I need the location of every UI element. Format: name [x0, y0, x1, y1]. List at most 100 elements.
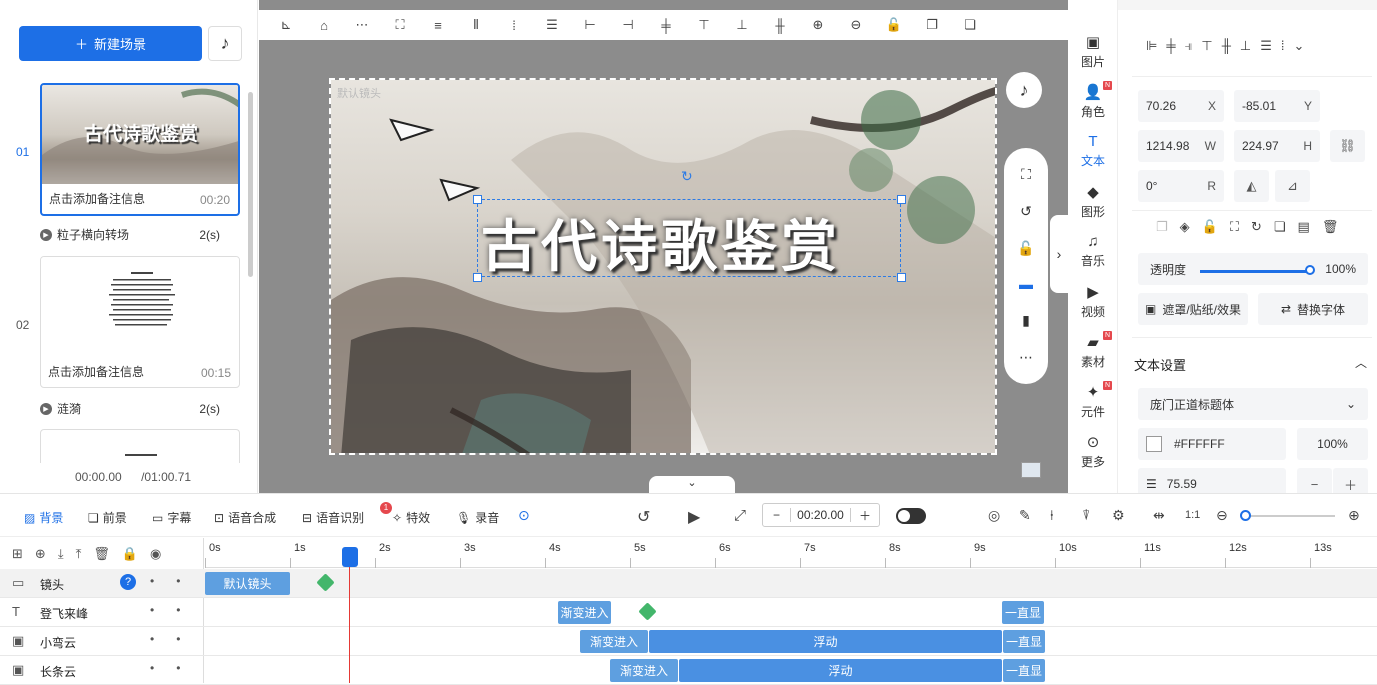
camera-icon[interactable]: ◎	[988, 507, 1000, 524]
category-shape[interactable]: ◆ 图形	[1068, 183, 1118, 220]
align-hcenter-icon[interactable]: ╪	[1166, 38, 1175, 54]
more-dots-icon[interactable]: ⋯	[343, 17, 381, 33]
flip-vertical-icon[interactable]: ⊿	[1275, 170, 1310, 202]
tab-subtitle[interactable]: ▭ 字幕	[152, 509, 191, 526]
lock-icon[interactable]: 🔒	[122, 546, 138, 562]
minus-button[interactable]: −	[763, 508, 791, 522]
zoom-in-icon[interactable]: ⊕	[799, 17, 837, 33]
align-top-icon[interactable]: ⊤	[1201, 38, 1212, 54]
category-music[interactable]: ♫ 音乐	[1068, 233, 1118, 269]
category-video[interactable]: ▶ 视频	[1068, 283, 1118, 320]
time-ruler[interactable]: 0s 1s 2s 3s 4s 5s 6s 7s 8s 9s 10s 11s 12s 13s	[205, 538, 1377, 568]
tab-foreground[interactable]: ❏ 前景	[88, 509, 127, 526]
tab-tts[interactable]: ⊡ 语音合成	[214, 509, 276, 526]
color-field[interactable]: #FFFFFF	[1138, 428, 1286, 460]
align-top-icon[interactable]: ⊤	[685, 17, 723, 33]
rotate-icon[interactable]: ↺	[1020, 203, 1032, 220]
split-icon[interactable]: ⍿	[1050, 507, 1054, 524]
copy-icon[interactable]: ❏	[1274, 219, 1286, 235]
clip-fade-in[interactable]: 渐变进入	[610, 659, 678, 682]
keyframe-add-icon[interactable]	[638, 602, 657, 621]
scene-note[interactable]: 点击添加备注信息	[49, 190, 145, 207]
scene-card-2[interactable]: 点击添加备注信息 00:15	[40, 256, 240, 388]
track-toggle-dots[interactable]: ••	[150, 574, 202, 588]
align-bottom-icon[interactable]: ⊥	[1240, 38, 1251, 54]
align-vmiddle-icon[interactable]: ╫	[761, 18, 799, 33]
zoom-out-icon[interactable]: ⊖	[837, 17, 875, 33]
transition-row-1[interactable]: ▶ 粒子横向转场 2(s)	[40, 226, 220, 243]
play-icon[interactable]: ▶	[688, 507, 700, 527]
align-center-h-icon[interactable]: ≡	[419, 18, 457, 33]
minimap-icon[interactable]	[1021, 462, 1041, 478]
device-icon[interactable]: ▮	[1022, 312, 1030, 329]
clip-fade-in[interactable]: 渐变进入	[580, 630, 648, 653]
screen-icon[interactable]: ▬	[1019, 276, 1033, 292]
zoom-out-icon[interactable]: ⊖	[1216, 507, 1228, 524]
mask-effect-button[interactable]: ▣ 遮罩/贴纸/效果	[1138, 293, 1248, 325]
ruler-icon[interactable]: ⊾	[267, 17, 305, 33]
fit-screen-icon[interactable]: ⛶	[381, 17, 419, 33]
rotate-icon[interactable]: ↻	[1251, 219, 1262, 235]
tab-speech-recognition[interactable]: ⊟ 语音识别	[302, 509, 364, 526]
track-toggle-dots[interactable]: ••	[150, 603, 202, 617]
move-up-icon[interactable]: ⤒	[76, 546, 82, 562]
distribute-h-icon[interactable]: ⁞	[495, 18, 533, 33]
plus-button[interactable]: ＋	[851, 507, 879, 524]
layers-icon[interactable]: ◈	[1180, 219, 1190, 235]
more-tabs-icon[interactable]: ⊙	[518, 507, 530, 524]
paste-icon[interactable]: ❏	[951, 17, 989, 33]
clip-always-show[interactable]: 一直显	[1002, 601, 1044, 624]
replay-icon[interactable]: ↺	[637, 507, 650, 527]
timecode-value[interactable]: 00:20.00	[791, 508, 851, 522]
align-middle-icon[interactable]: ╪	[647, 18, 685, 33]
panel-toggle-arrow[interactable]: ›	[1050, 215, 1068, 293]
stage-music-button[interactable]: ♪	[1006, 72, 1042, 108]
distribute-v-icon[interactable]: ☰	[1260, 38, 1272, 54]
clip-always-show[interactable]: 一直显	[1003, 659, 1045, 682]
crop-icon[interactable]: ⛶	[1021, 166, 1031, 183]
crop-icon[interactable]: ⛶	[1230, 219, 1239, 235]
actual-size-icon[interactable]: 1:1	[1185, 509, 1200, 521]
scene-music-button[interactable]: ♪	[208, 26, 242, 61]
align-left-icon[interactable]: ⊫	[1146, 38, 1157, 54]
color-opacity-field[interactable]: 100%	[1297, 428, 1368, 460]
chevron-up-icon[interactable]: ︿	[1355, 354, 1367, 371]
zoom-in-icon[interactable]: ⊕	[1348, 507, 1360, 524]
delete-icon[interactable]: 🗑	[93, 546, 110, 562]
category-image[interactable]: ▣ 图片	[1068, 33, 1118, 70]
delete-icon[interactable]: 🗑	[1322, 219, 1339, 235]
align-right-icon[interactable]: ⫣	[1185, 38, 1193, 54]
lock-icon[interactable]: 🔓	[1017, 240, 1034, 257]
font-select[interactable]: 庞门正道标题体 ⌄	[1138, 388, 1368, 420]
stage-title-text[interactable]: 古代诗歌鉴赏	[481, 202, 841, 283]
move-down-icon[interactable]: ⤓	[58, 546, 64, 562]
keyframe-add-icon[interactable]	[316, 573, 335, 592]
clip-fade-in[interactable]: 渐变进入	[558, 601, 611, 624]
clip-float[interactable]: 浮动	[679, 659, 1002, 682]
edit-icon[interactable]: ✎	[1019, 507, 1031, 524]
group-icon[interactable]: ❐	[1156, 219, 1168, 235]
category-text[interactable]: T 文本	[1068, 133, 1118, 169]
scene-card-3[interactable]	[40, 429, 240, 463]
distribute-v-icon[interactable]: ☰	[533, 17, 571, 33]
align-vcenter-icon[interactable]: ╫	[1222, 38, 1231, 54]
lock-ratio-icon[interactable]: ⛓	[1330, 130, 1365, 162]
distribute-h-icon[interactable]: ⁞	[1281, 38, 1285, 54]
fit-width-icon[interactable]: ⇹	[1153, 507, 1165, 524]
clip-camera[interactable]: 默认镜头	[205, 572, 290, 595]
home-icon[interactable]: ⌂	[305, 18, 343, 33]
replace-font-button[interactable]: ⇄ 替换字体	[1258, 293, 1368, 325]
y-field[interactable]: -85.01 Y	[1234, 90, 1320, 122]
rotation-field[interactable]: 0° R	[1138, 170, 1224, 202]
clip-always-show[interactable]: 一直显	[1003, 630, 1045, 653]
category-more[interactable]: ⊙ 更多	[1068, 433, 1118, 470]
track-toggle-dots[interactable]: ••	[150, 661, 202, 675]
category-component[interactable]: N ✦ 元件	[1068, 381, 1118, 420]
x-field[interactable]: 70.26 X	[1138, 90, 1224, 122]
add-folder-icon[interactable]: ⊞	[12, 546, 23, 562]
filter-icon[interactable]: ⍒	[1082, 507, 1090, 524]
track-toggle-dots[interactable]: ••	[150, 632, 202, 646]
copy-icon[interactable]: ❐	[913, 17, 951, 33]
scene-note[interactable]: 点击添加备注信息	[48, 363, 144, 380]
category-material[interactable]: N ▰ 素材	[1068, 331, 1118, 370]
